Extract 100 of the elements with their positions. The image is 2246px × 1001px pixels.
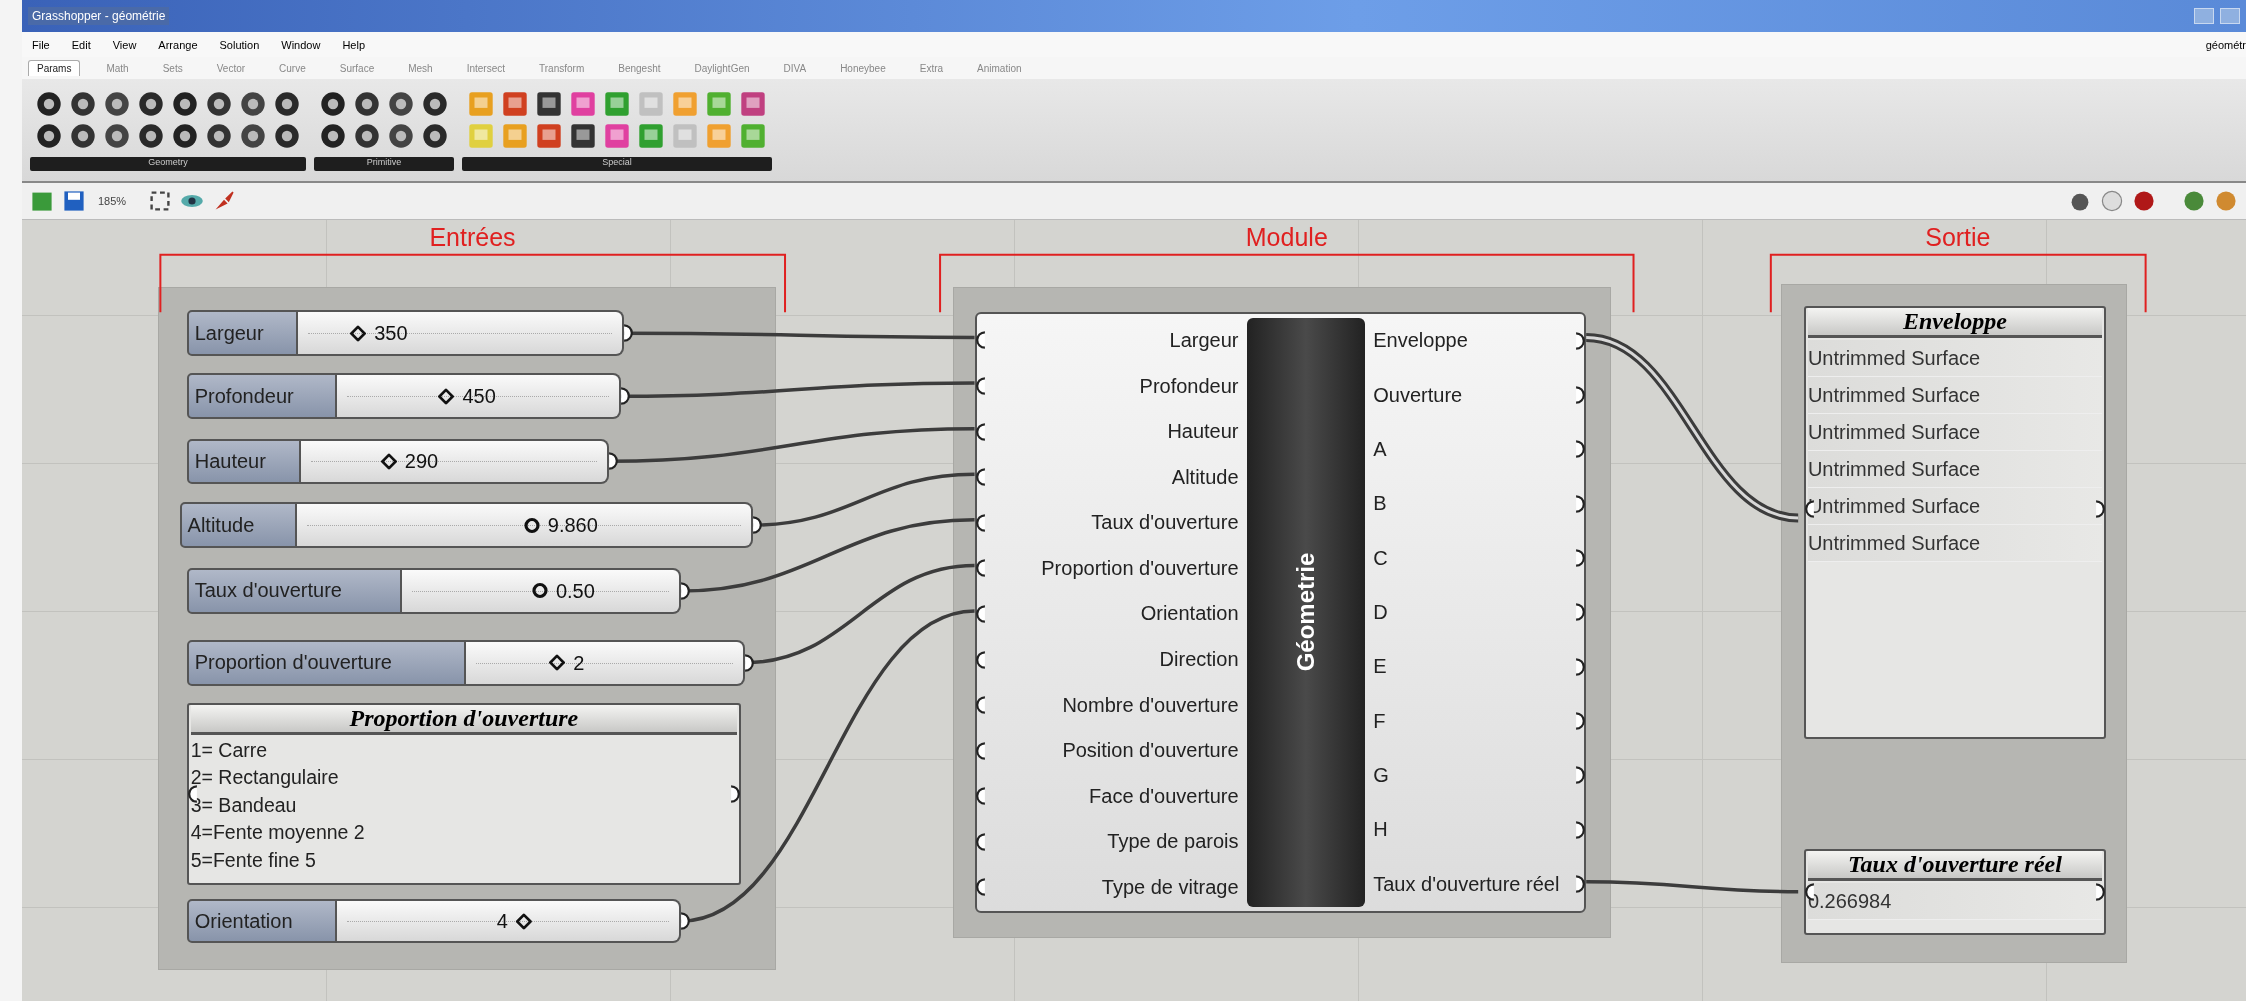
component-icon[interactable]	[70, 123, 96, 149]
component-icon[interactable]	[422, 123, 448, 149]
diamond-icon[interactable]	[549, 654, 566, 671]
input-grip-icon[interactable]	[974, 878, 986, 897]
slider-label[interactable]: Largeur	[186, 310, 299, 357]
component-icon[interactable]	[320, 123, 346, 149]
cluster-component[interactable]	[974, 311, 1587, 914]
component-icon[interactable]	[138, 91, 164, 117]
menu-item[interactable]: Solution	[219, 38, 260, 51]
ribbon-tab[interactable]: Params	[28, 60, 81, 76]
ribbon-tab[interactable]: DaylightGen	[686, 60, 758, 76]
output-grip-icon[interactable]	[1575, 494, 1587, 513]
diamond-icon[interactable]	[515, 913, 532, 930]
ribbon-tab[interactable]: Sets	[154, 60, 191, 76]
ribbon-tab[interactable]: Mesh	[400, 60, 441, 76]
output-parameter[interactable]: G	[1373, 763, 1389, 787]
panel-label[interactable]: Primitive	[314, 157, 454, 171]
component-icon[interactable]	[320, 91, 346, 117]
output-grip-icon[interactable]	[1575, 766, 1587, 785]
output-parameter[interactable]: Ouverture	[1373, 383, 1463, 407]
output-grip-icon[interactable]	[1575, 440, 1587, 459]
output-grip-icon[interactable]	[1575, 712, 1587, 731]
slider-track[interactable]: 4	[337, 898, 681, 944]
component-icon[interactable]	[536, 91, 562, 117]
component-icon[interactable]	[104, 91, 130, 117]
output-parameter[interactable]: H	[1373, 818, 1388, 842]
input-parameter[interactable]: Altitude	[1171, 465, 1239, 489]
output-grip-icon[interactable]	[1575, 875, 1587, 894]
input-grip-icon[interactable]	[974, 331, 986, 350]
component-icon[interactable]	[172, 91, 198, 117]
component-icon[interactable]	[388, 123, 414, 149]
output-parameter[interactable]: D	[1373, 600, 1388, 624]
input-grip-icon[interactable]	[974, 787, 986, 806]
circle-icon[interactable]	[523, 517, 540, 534]
output-grip-icon[interactable]	[608, 452, 620, 471]
slider-track[interactable]: 2	[466, 639, 746, 686]
output-grip-icon[interactable]	[1575, 331, 1587, 350]
input-grip-icon[interactable]	[974, 468, 986, 487]
output-parameter[interactable]: Enveloppe	[1373, 329, 1468, 353]
input-grip-icon[interactable]	[974, 650, 986, 669]
slider-label[interactable]: Altitude	[179, 502, 297, 548]
input-parameter[interactable]: Type de vitrage	[1101, 875, 1239, 899]
output-grip-icon[interactable]	[1575, 820, 1587, 839]
output-grip-icon[interactable]	[744, 653, 756, 672]
component-icon[interactable]	[274, 91, 300, 117]
input-parameter[interactable]: Position d'ouverture	[1062, 739, 1239, 763]
panel-label[interactable]: Geometry	[30, 157, 306, 171]
slider-label[interactable]: Hauteur	[186, 439, 302, 484]
component-icon[interactable]	[240, 91, 266, 117]
ribbon-tab[interactable]: Extra	[911, 60, 952, 76]
output-parameter[interactable]: B	[1373, 492, 1387, 516]
input-parameter[interactable]: Nombre d'ouverture	[1062, 693, 1239, 717]
panel-label[interactable]: Special	[462, 157, 772, 171]
input-grip-icon[interactable]	[974, 377, 986, 396]
slider-track[interactable]: 450	[337, 373, 621, 420]
ribbon-tab[interactable]: Intersect	[458, 60, 514, 76]
component-icon[interactable]	[570, 123, 596, 149]
menu-item[interactable]: Edit	[71, 38, 91, 51]
output-grip-icon[interactable]	[1575, 386, 1587, 405]
component-icon[interactable]	[422, 91, 448, 117]
input-parameter[interactable]: Type de parois	[1107, 830, 1239, 854]
input-grip-icon[interactable]	[974, 696, 986, 715]
output-grip-icon[interactable]	[619, 387, 631, 406]
shaded-icon[interactable]	[2132, 189, 2156, 213]
ribbon-tab[interactable]: Vector	[208, 60, 254, 76]
save-icon[interactable]	[62, 189, 86, 213]
circle-icon[interactable]	[531, 582, 548, 599]
component-icon[interactable]	[138, 123, 164, 149]
input-parameter[interactable]: Orientation	[1140, 602, 1239, 626]
input-parameter[interactable]: Face d'ouverture	[1089, 784, 1239, 808]
output-grip-icon[interactable]	[1575, 657, 1587, 676]
output-parameter[interactable]: E	[1373, 655, 1387, 679]
menu-item[interactable]: View	[112, 38, 137, 51]
component-icon[interactable]	[240, 123, 266, 149]
menu-item[interactable]: File	[32, 38, 50, 51]
diamond-icon[interactable]	[350, 325, 367, 342]
output-grip-icon[interactable]	[2095, 499, 2107, 518]
output-grip-icon[interactable]	[622, 324, 634, 343]
component-icon[interactable]	[36, 91, 62, 117]
diamond-icon[interactable]	[380, 453, 397, 470]
output-grip-icon[interactable]	[751, 516, 763, 535]
slider-label[interactable]: Profondeur	[186, 373, 338, 420]
input-parameter[interactable]: Taux d'ouverture	[1091, 511, 1239, 535]
ribbon-tab[interactable]: Curve	[271, 60, 314, 76]
slider-label[interactable]: Proportion d'ouverture	[186, 639, 467, 686]
output-grip-icon[interactable]	[679, 581, 691, 600]
menu-item[interactable]: Arrange	[158, 38, 198, 51]
slider-track[interactable]: 0.50	[401, 568, 681, 614]
input-parameter[interactable]: Profondeur	[1139, 374, 1239, 398]
slider-label[interactable]: Taux d'ouverture	[186, 568, 402, 614]
diamond-icon[interactable]	[438, 388, 455, 405]
menu-item[interactable]: Help	[342, 38, 365, 51]
output-parameter[interactable]: C	[1373, 546, 1388, 570]
slider-track[interactable]: 350	[298, 310, 624, 357]
slider-track[interactable]: 9.860	[297, 502, 753, 548]
input-grip-icon[interactable]	[974, 513, 986, 532]
component-icon[interactable]	[172, 123, 198, 149]
output-parameter[interactable]: A	[1373, 438, 1387, 461]
component-icon[interactable]	[70, 91, 96, 117]
input-grip-icon[interactable]	[974, 422, 986, 441]
